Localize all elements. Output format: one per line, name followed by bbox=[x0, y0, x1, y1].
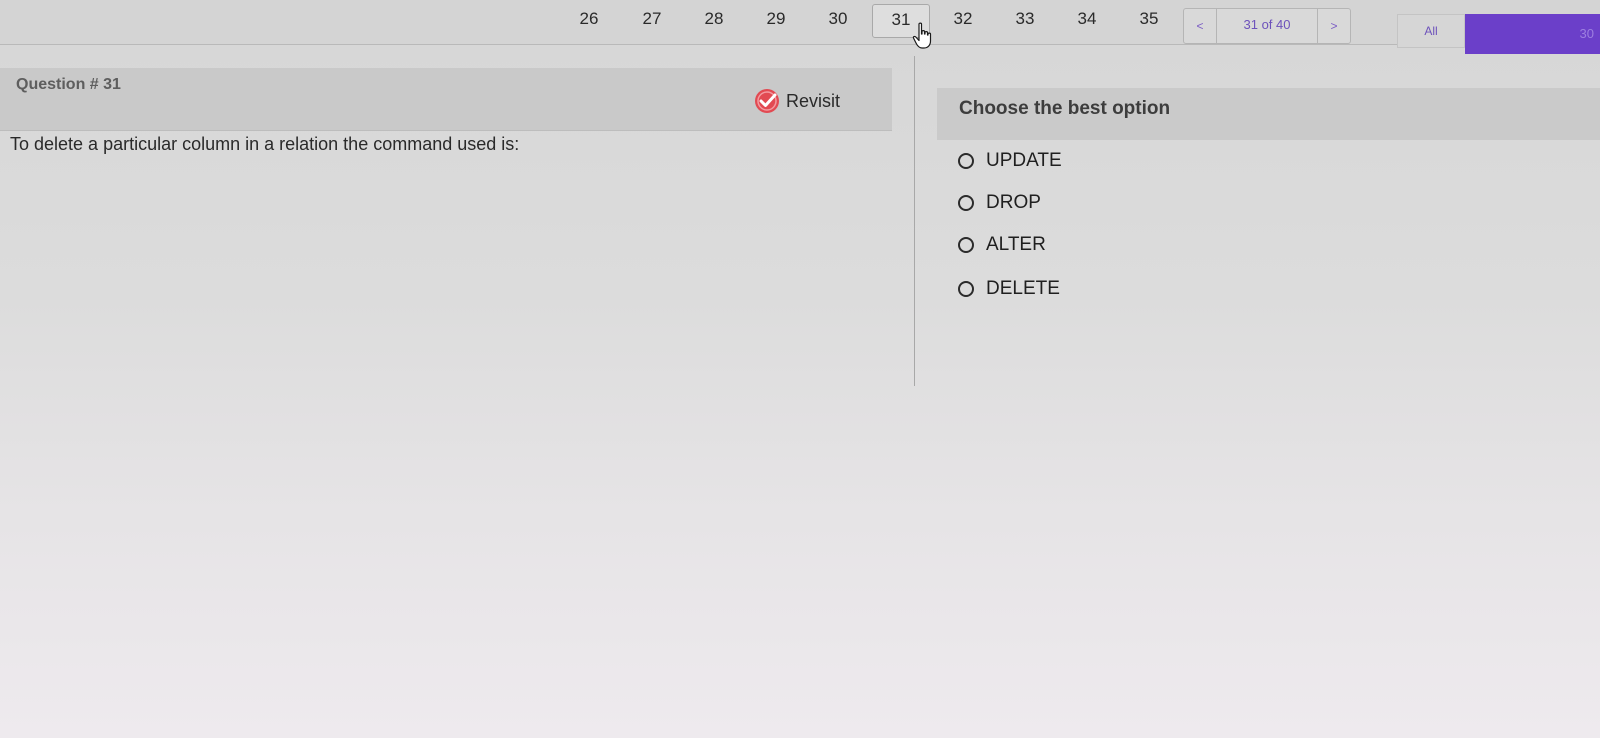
question-number-33[interactable]: 33 bbox=[997, 4, 1053, 36]
option-update[interactable]: UPDATE bbox=[958, 148, 1062, 174]
hand-cursor-icon bbox=[912, 22, 932, 49]
options-heading: Choose the best option bbox=[959, 98, 1171, 119]
option-label: UPDATE bbox=[986, 150, 1062, 171]
radio-button[interactable] bbox=[958, 281, 974, 297]
question-header: Question # 31 Revisit bbox=[0, 68, 892, 131]
option-drop[interactable]: DROP bbox=[958, 190, 1041, 216]
question-number-26[interactable]: 26 bbox=[561, 4, 617, 36]
question-number-32[interactable]: 32 bbox=[935, 4, 991, 36]
option-delete[interactable]: DELETE bbox=[958, 276, 1060, 302]
previous-question-button[interactable]: < bbox=[1184, 9, 1217, 43]
revisit-button[interactable]: Revisit bbox=[754, 89, 840, 113]
question-title: Question # 31 bbox=[16, 76, 121, 93]
question-number-35[interactable]: 35 bbox=[1121, 4, 1177, 36]
question-number-28[interactable]: 28 bbox=[686, 4, 742, 36]
radio-button[interactable] bbox=[958, 237, 974, 253]
panel-divider bbox=[914, 56, 915, 386]
option-alter[interactable]: ALTER bbox=[958, 232, 1046, 258]
question-number-27[interactable]: 27 bbox=[624, 4, 680, 36]
option-label: ALTER bbox=[986, 234, 1046, 255]
timer-badge: 30 bbox=[1465, 14, 1600, 54]
filter-all-button[interactable]: All bbox=[1397, 14, 1465, 48]
options-header: Choose the best option bbox=[937, 88, 1600, 140]
question-pager: < 31 of 40 > bbox=[1183, 8, 1351, 44]
option-label: DROP bbox=[986, 192, 1041, 213]
option-label: DELETE bbox=[986, 278, 1060, 299]
question-number-29[interactable]: 29 bbox=[748, 4, 804, 36]
question-text: To delete a particular column in a relat… bbox=[10, 134, 520, 154]
question-count: 31 of 40 bbox=[1243, 17, 1291, 32]
radio-button[interactable] bbox=[958, 153, 974, 169]
radio-button[interactable] bbox=[958, 195, 974, 211]
next-question-button[interactable]: > bbox=[1317, 9, 1350, 43]
revisit-label: Revisit bbox=[786, 90, 841, 111]
question-navigation-bar: 26 27 28 29 30 31 32 33 34 35 < 31 of 40… bbox=[0, 0, 1600, 45]
question-number-34[interactable]: 34 bbox=[1059, 4, 1115, 36]
revisit-check-icon bbox=[755, 89, 779, 113]
question-number-30[interactable]: 30 bbox=[810, 4, 866, 36]
